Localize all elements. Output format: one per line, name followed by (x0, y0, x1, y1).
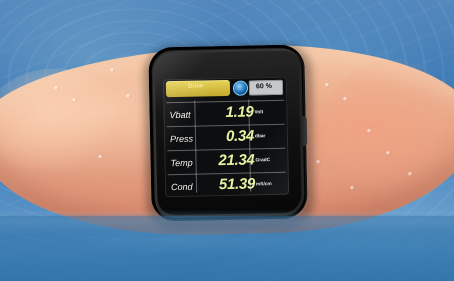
battery-percentage: 60 % (255, 83, 272, 91)
battery-status-icon (232, 80, 249, 96)
underwater-shade (0, 214, 454, 281)
measurement-label: Press (169, 133, 194, 145)
watch-side-button[interactable] (299, 115, 308, 147)
watch-screen: Drive 60 % Vbatt 1.19 Volt Press 0.34 db… (162, 76, 290, 198)
underwater-wrist-scene: Drive 60 % Vbatt 1.19 Volt Press 0.34 db… (0, 0, 454, 281)
measurement-value: 1.19 (225, 103, 254, 122)
measurement-unit: mS/cm (255, 182, 272, 188)
measurement-label: Temp (170, 157, 193, 169)
measurement-label: Vbatt (169, 109, 191, 121)
photo: Drive 60 % Vbatt 1.19 Volt Press 0.34 db… (0, 0, 454, 281)
measurement-value: 0.34 (225, 127, 255, 145)
measurement-row-cond: Cond 51.39 mS/cm (167, 171, 287, 198)
status-bar: Drive 60 % (165, 79, 284, 99)
battery-percentage-box: 60 % (248, 79, 284, 96)
measurement-row-temp: Temp 21.34 GradC (167, 147, 286, 175)
measurement-value: 51.39 (218, 175, 256, 194)
measurement-row-press: Press 0.34 dbar (166, 123, 286, 151)
measurement-unit: dbar (254, 134, 266, 140)
measurement-row-vbatt: Vbatt 1.19 Volt (166, 99, 285, 127)
measurement-unit: GradC (255, 158, 271, 164)
measurement-table: Vbatt 1.19 Volt Press 0.34 dbar Temp 21.… (166, 99, 287, 198)
measurement-label: Cond (170, 181, 193, 193)
mode-status-pill: Drive (165, 79, 231, 98)
measurement-unit: Volt (254, 110, 264, 116)
measurement-value: 21.34 (218, 151, 255, 170)
mode-status-label: Drive (187, 83, 204, 90)
